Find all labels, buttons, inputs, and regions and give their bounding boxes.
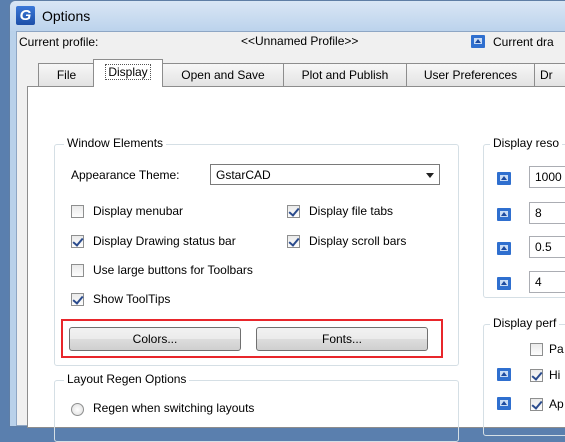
display-perf-label-1: Pa <box>549 342 564 356</box>
use-large-buttons-checkbox[interactable] <box>71 264 84 277</box>
arc-smoothness-input[interactable]: 1000 <box>529 166 565 188</box>
layout-regen-title: Layout Regen Options <box>64 372 190 386</box>
regen-switching-radio[interactable] <box>71 403 84 416</box>
segments-polyline-input[interactable]: 8 <box>529 202 565 224</box>
display-resolution-title: Display reso <box>490 136 563 150</box>
display-perf-label-3: Ap <box>549 397 564 411</box>
drawing-setting-icon <box>497 242 511 255</box>
display-drawing-status-bar-checkbox[interactable] <box>71 235 84 248</box>
display-menubar-checkbox[interactable] <box>71 205 84 218</box>
display-perf-checkbox-1[interactable] <box>530 343 543 356</box>
drawing-setting-icon <box>497 368 511 381</box>
contour-lines-input[interactable]: 4 <box>529 271 565 293</box>
drawing-setting-icon <box>497 397 511 410</box>
display-perf-checkbox-2[interactable] <box>530 369 543 382</box>
tab-file[interactable]: File <box>38 63 95 86</box>
tab-drafting[interactable]: Dr <box>534 63 565 86</box>
display-file-tabs-checkbox[interactable] <box>287 205 300 218</box>
use-large-buttons-label: Use large buttons for Toolbars <box>93 263 253 277</box>
current-profile-name: <<Unnamed Profile>> <box>241 34 359 48</box>
tab-display-label: Display <box>105 64 151 80</box>
display-scroll-bars-checkbox[interactable] <box>287 235 300 248</box>
display-menubar-label: Display menubar <box>93 204 184 218</box>
tab-display[interactable]: Display <box>93 59 163 87</box>
current-profile-label: Current profile: <box>19 35 99 49</box>
drawing-file-icon <box>471 35 485 48</box>
show-tooltips-label: Show ToolTips <box>93 292 171 306</box>
appearance-theme-value: GstarCAD <box>216 168 271 182</box>
window-elements-title: Window Elements <box>64 136 167 150</box>
regen-switching-label: Regen when switching layouts <box>93 401 255 415</box>
tab-user-preferences[interactable]: User Preferences <box>406 63 535 86</box>
show-tooltips-checkbox[interactable] <box>71 293 84 306</box>
display-perf-label-2: Hi <box>549 368 561 382</box>
rendered-smoothness-input[interactable]: 0.5 <box>529 236 565 258</box>
drawing-setting-icon <box>497 172 511 185</box>
display-file-tabs-label: Display file tabs <box>309 204 394 218</box>
chevron-down-icon <box>426 173 434 178</box>
gstarcad-app-icon: G <box>16 6 35 25</box>
drawing-setting-icon <box>497 208 511 221</box>
current-drawing-label: Current dra <box>493 35 554 49</box>
display-drawing-status-bar-label: Display Drawing status bar <box>93 234 236 248</box>
appearance-theme-select[interactable]: GstarCAD <box>210 164 440 185</box>
display-scroll-bars-label: Display scroll bars <box>309 234 407 248</box>
window-title: Options <box>42 8 91 24</box>
appearance-theme-label: Appearance Theme: <box>71 168 180 182</box>
tab-open-and-save[interactable]: Open and Save <box>162 63 284 86</box>
highlight-annotation-box <box>61 319 443 358</box>
title-bar[interactable]: G Options <box>10 1 565 31</box>
display-performance-title: Display perf <box>490 316 560 330</box>
display-perf-checkbox-3[interactable] <box>530 398 543 411</box>
drawing-setting-icon <box>497 277 511 290</box>
tab-plot-and-publish[interactable]: Plot and Publish <box>283 63 407 86</box>
